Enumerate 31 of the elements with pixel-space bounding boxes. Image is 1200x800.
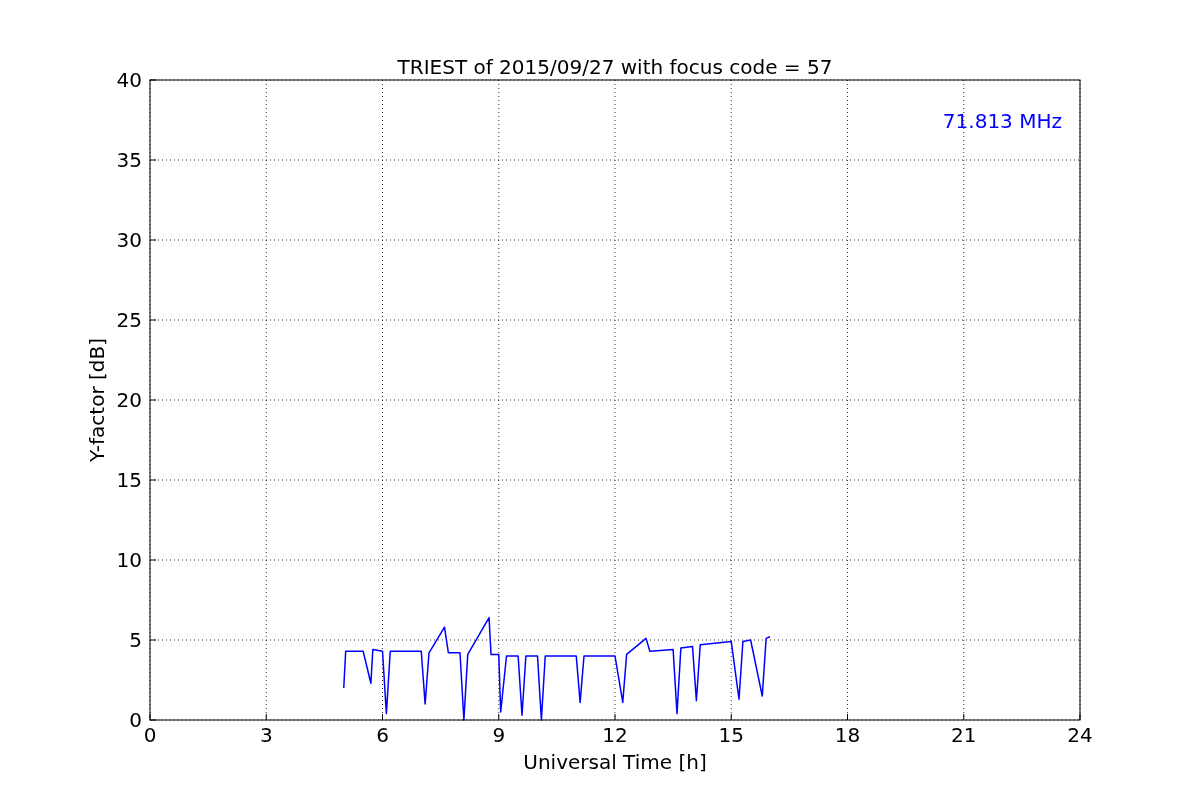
tick-label: 5 xyxy=(129,628,142,652)
tick-label: 40 xyxy=(116,68,142,92)
tick-label: 12 xyxy=(602,723,628,747)
tick-label: 0 xyxy=(129,708,142,732)
tick-label: 6 xyxy=(376,723,389,747)
tick-label: 10 xyxy=(116,548,142,572)
tick-label: 21 xyxy=(951,723,977,747)
tick-mark xyxy=(149,159,157,161)
tick-label: 24 xyxy=(1067,723,1093,747)
tick-mark xyxy=(149,639,157,641)
axis-label: Universal Time [h] xyxy=(523,750,707,774)
tick-label: 3 xyxy=(259,723,273,747)
series-label: 71.813 MHz xyxy=(942,109,1062,133)
tick-label: 0 xyxy=(143,723,157,747)
tick-label: 35 xyxy=(116,148,142,172)
tick-label: 9 xyxy=(492,723,506,747)
tick-label: 30 xyxy=(116,228,142,252)
axis-label: Y-factor [dB] xyxy=(85,338,109,462)
tick-mark xyxy=(149,79,157,81)
tick-label: 20 xyxy=(116,388,142,412)
tick-mark xyxy=(1079,713,1081,721)
tick-label: 15 xyxy=(718,723,744,747)
tick-mark xyxy=(149,399,157,401)
tick-mark xyxy=(149,239,157,241)
chart-title: TRIEST of 2015/09/27 with focus code = 57 xyxy=(397,55,833,79)
tick-mark xyxy=(149,479,157,481)
tick-label: 25 xyxy=(116,308,142,332)
tick-mark xyxy=(149,319,157,321)
tick-mark xyxy=(149,559,157,561)
tick-label: 15 xyxy=(116,468,142,492)
tick-label: 18 xyxy=(834,723,861,747)
